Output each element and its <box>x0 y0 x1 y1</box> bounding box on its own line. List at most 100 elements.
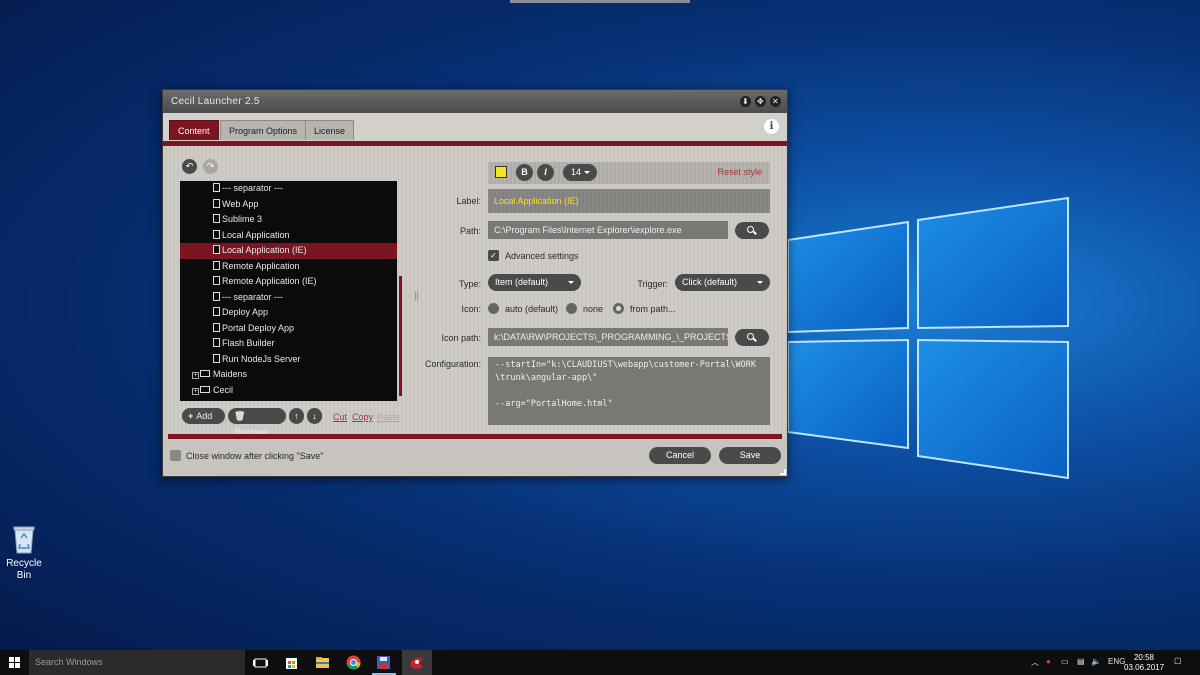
copy-link[interactable]: Copy <box>352 412 373 422</box>
document-icon <box>213 291 220 301</box>
battery-icon[interactable]: ▭ <box>1061 657 1069 666</box>
browse-path-button[interactable] <box>735 222 769 239</box>
maximize-icon[interactable]: ✥ <box>755 96 766 107</box>
top-window-edge <box>510 0 690 3</box>
icon-auto-radio[interactable] <box>488 303 499 314</box>
windows-start-icon[interactable] <box>9 657 21 669</box>
bold-button[interactable]: B <box>516 164 533 181</box>
icon-from-path-radio[interactable] <box>613 303 624 314</box>
reset-style-link[interactable]: Reset style <box>717 167 762 177</box>
cancel-button[interactable]: Cancel <box>649 447 711 464</box>
window-titlebar[interactable]: Cecil Launcher 2.5 ⬇ ✥ ✕ <box>163 90 787 113</box>
trigger-caption: Trigger: <box>637 279 668 289</box>
recycle-bin[interactable]: Recycle Bin <box>4 524 44 582</box>
add-button[interactable]: + Add <box>182 408 225 424</box>
folder-icon <box>200 385 210 393</box>
plus-icon: + <box>188 411 194 421</box>
tree-scrollbar[interactable] <box>399 276 402 396</box>
tree-item[interactable]: Sublime 3 <box>180 212 397 228</box>
taskbar-search-input[interactable]: Search Windows <box>29 650 245 675</box>
trigger-dropdown[interactable]: Click (default) <box>675 274 770 291</box>
browse-icon-path-button[interactable] <box>735 329 769 346</box>
tree-item[interactable]: + Cecil <box>180 383 397 399</box>
tree-item[interactable]: Remote Application <box>180 259 397 275</box>
show-hidden-icons-chevron-up-icon[interactable]: ︿ <box>1031 657 1039 668</box>
tree-item[interactable]: Deploy App <box>180 305 397 321</box>
launcher-tree[interactable]: --- separator --- Web App Sublime 3 Local A… <box>180 181 397 401</box>
cecil-launcher-taskbar-button[interactable] <box>402 650 432 675</box>
minimize-icon[interactable]: ⬇ <box>740 96 751 107</box>
label-input[interactable]: Local Application (IE) <box>488 189 770 213</box>
tree-item[interactable]: Web App <box>180 197 397 213</box>
save-button[interactable]: Save <box>719 447 781 464</box>
chrome-icon[interactable] <box>345 654 362 671</box>
panel-splitter[interactable] <box>415 291 418 301</box>
icon-none-radio[interactable] <box>566 303 577 314</box>
tree-item-label: Cecil <box>213 384 234 395</box>
type-value: Item (default) <box>495 277 549 287</box>
tree-item[interactable]: Remote Application (IE) <box>180 274 397 290</box>
redo-icon[interactable]: ↷ <box>203 159 218 174</box>
add-button-label: Add <box>196 411 213 421</box>
windows-logo-wallpaper <box>787 196 1069 480</box>
bottom-divider <box>168 434 782 439</box>
tab-program-options[interactable]: Program Options <box>220 120 307 140</box>
configuration-caption: Configuration: <box>424 359 481 369</box>
taskbar: Search Windows ︿ ● ▭ ▤ 🔈 ENG 20:58 03.06… <box>0 650 1200 675</box>
advanced-settings-label: Advanced settings <box>505 251 579 261</box>
tree-item[interactable]: Local Application <box>180 228 397 244</box>
font-size-dropdown[interactable]: 14 <box>563 164 597 181</box>
close-after-save-checkbox[interactable] <box>170 450 181 461</box>
icon-path-input[interactable]: k:\DATA\RW\PROJECTS\_PROGRAMMING_\_PROJE… <box>488 328 728 346</box>
tree-item[interactable]: + Maidens <box>180 367 397 383</box>
tree-item[interactable]: --- separator --- <box>180 181 397 197</box>
configuration-textarea[interactable]: --startIn="k:\CLAUDIUST\webapp\customer-… <box>488 357 770 425</box>
clock-date: 03.06.2017 <box>1124 663 1165 672</box>
file-explorer-icon[interactable] <box>314 654 331 671</box>
cecil-tray-icon[interactable]: ● <box>1046 657 1051 666</box>
tree-item-label: Remote Application <box>222 260 300 271</box>
document-icon <box>213 260 220 270</box>
language-indicator[interactable]: ENG <box>1108 657 1125 666</box>
document-icon <box>213 322 220 332</box>
tab-license[interactable]: License <box>305 120 355 140</box>
move-down-icon[interactable]: ↓ <box>307 408 322 424</box>
cecil-launcher-icon <box>410 657 423 669</box>
trash-icon: 🗑 <box>234 411 246 421</box>
expand-icon[interactable]: + <box>192 387 199 395</box>
advanced-settings-checkbox[interactable]: ✓ <box>488 250 499 261</box>
color-swatch-button[interactable] <box>495 166 507 178</box>
move-up-icon[interactable]: ↑ <box>289 408 304 424</box>
notification-message-icon[interactable]: ▤ <box>1077 657 1085 666</box>
volume-icon[interactable]: 🔈 <box>1091 657 1101 666</box>
store-icon[interactable] <box>283 654 300 671</box>
icon-none-label: none <box>583 304 604 314</box>
recycle-bin-icon <box>12 524 36 554</box>
close-icon[interactable]: ✕ <box>770 96 781 107</box>
info-icon[interactable]: i <box>764 119 779 134</box>
task-view-icon[interactable] <box>252 654 269 671</box>
tree-item[interactable]: --- separator --- <box>180 290 397 306</box>
tab-content[interactable]: Content <box>169 120 219 140</box>
tree-item[interactable]: Run NodeJs Server <box>180 352 397 368</box>
type-dropdown[interactable]: Item (default) <box>488 274 581 291</box>
tree-item-label: Web App <box>222 198 259 209</box>
remove-button[interactable]: 🗑Remove <box>228 408 286 437</box>
tree-item[interactable]: Flash Builder <box>180 336 397 352</box>
document-icon <box>213 183 220 192</box>
undo-icon[interactable]: ↶ <box>182 159 197 174</box>
path-input[interactable]: C:\Program Files\Internet Explorer\iexpl… <box>488 221 728 239</box>
tree-item-label: Sublime 3 <box>222 214 263 224</box>
paste-link[interactable]: Paste <box>377 412 400 422</box>
action-center-icon[interactable]: ▢ <box>1174 656 1182 665</box>
cut-link[interactable]: Cut <box>333 412 347 422</box>
save-disk-icon[interactable] <box>375 654 392 671</box>
italic-button[interactable]: I <box>537 164 554 181</box>
tree-item[interactable]: Local Application (IE) <box>180 243 397 259</box>
taskbar-clock[interactable]: 20:58 03.06.2017 <box>1124 653 1164 673</box>
tree-item-label: Remote Application (IE) <box>222 276 317 286</box>
resize-grip-icon[interactable] <box>780 469 786 475</box>
expand-icon[interactable]: + <box>192 372 199 379</box>
document-icon <box>213 229 220 239</box>
tree-item[interactable]: Portal Deploy App <box>180 321 397 337</box>
